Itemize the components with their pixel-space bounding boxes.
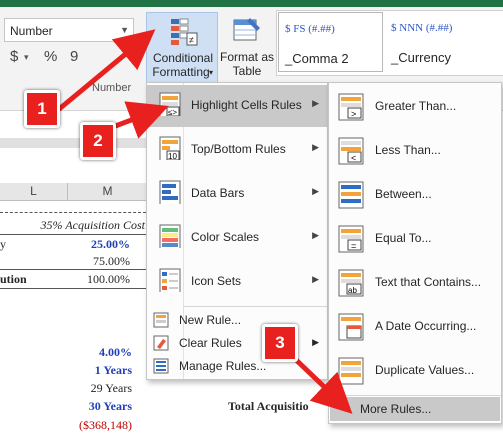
callout-badge-3: 3 bbox=[262, 324, 298, 362]
arrow-to-conditional-formatting bbox=[56, 29, 156, 112]
callout-badge-2: 2 bbox=[80, 122, 116, 160]
arrow-to-highlight-cells bbox=[109, 101, 169, 139]
arrow-to-more-rules bbox=[290, 354, 353, 414]
callout-badge-1: 1 bbox=[24, 90, 60, 128]
annotation-arrows bbox=[56, 29, 353, 414]
